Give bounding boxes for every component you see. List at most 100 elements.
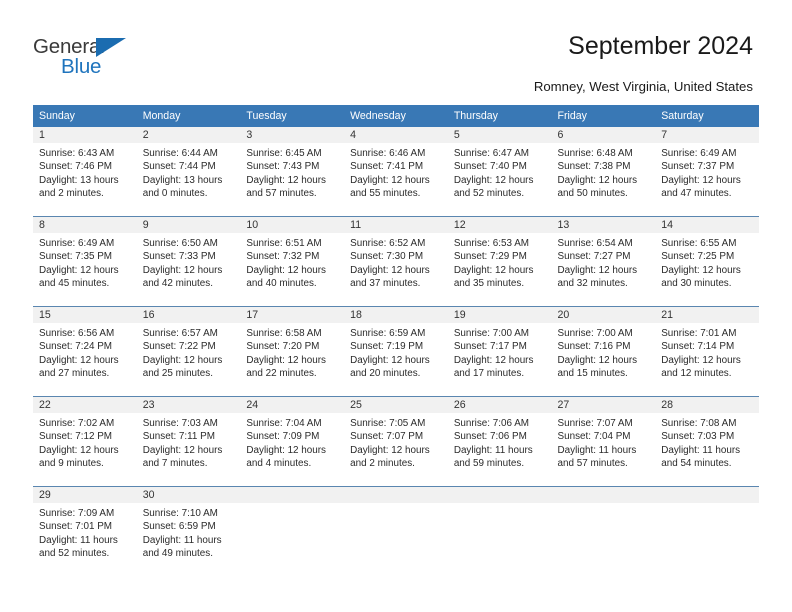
calendar-week-row: 8 Sunrise: 6:49 AM Sunset: 7:35 PM Daylight… bbox=[33, 216, 759, 307]
daylight-duration-line2: and 15 minutes. bbox=[557, 367, 628, 379]
calendar-day-cell[interactable]: 6 Sunrise: 6:48 AM Sunset: 7:38 PM Daylight… bbox=[551, 127, 656, 217]
daylight-duration-line2: and 2 minutes. bbox=[39, 187, 104, 199]
calendar-day-cell[interactable]: 28 Sunrise: 7:08 AM Sunset: 7:03 PM Dayligh… bbox=[655, 396, 759, 487]
calendar-day-cell[interactable]: 7 Sunrise: 6:49 AM Sunset: 7:37 PM Daylight… bbox=[655, 127, 759, 217]
calendar-day-cell[interactable]: 19 Sunrise: 7:00 AM Sunset: 7:17 PM Dayligh… bbox=[447, 306, 552, 397]
day-cell-details: Sunrise: 6:56 AM Sunset: 7:24 PM Daylight:… bbox=[33, 323, 137, 380]
daylight-duration-line2: and 4 minutes. bbox=[246, 457, 312, 469]
day-cell-details bbox=[344, 503, 448, 507]
sunrise-time: Sunrise: 7:00 AM bbox=[557, 328, 633, 339]
daylight-duration-line1: Daylight: 12 hours bbox=[453, 264, 534, 276]
sunrise-time: Sunrise: 6:57 AM bbox=[142, 328, 218, 339]
daylight-duration-line2: and 9 minutes. bbox=[39, 457, 104, 469]
day-cell-details: Sunrise: 6:57 AM Sunset: 7:22 PM Daylight:… bbox=[137, 323, 241, 380]
sunset-time: Sunset: 7:01 PM bbox=[39, 521, 113, 533]
calendar-day-cell[interactable]: 24 Sunrise: 7:04 AM Sunset: 7:09 PM Dayligh… bbox=[240, 396, 345, 487]
day-cell-content: 18 Sunrise: 6:59 AM Sunset: 7:19 PM Dayligh… bbox=[344, 307, 448, 396]
day-cell-content: 2 Sunrise: 6:44 AM Sunset: 7:44 PM Daylight… bbox=[136, 127, 241, 216]
daylight-duration-line1: Daylight: 11 hours bbox=[557, 444, 637, 456]
calendar-day-cell[interactable]: 17 Sunrise: 6:58 AM Sunset: 7:20 PM Dayligh… bbox=[240, 306, 345, 397]
day-number: 17 bbox=[240, 307, 345, 323]
calendar-day-cell[interactable]: 16 Sunrise: 6:57 AM Sunset: 7:22 PM Dayligh… bbox=[136, 306, 241, 397]
calendar-day-cell[interactable]: 22 Sunrise: 7:02 AM Sunset: 7:12 PM Dayligh… bbox=[33, 396, 137, 487]
calendar-day-cell[interactable]: 5 Sunrise: 6:47 AM Sunset: 7:40 PM Daylight… bbox=[447, 127, 552, 217]
calendar-day-cell[interactable]: 26 Sunrise: 7:06 AM Sunset: 7:06 PM Dayligh… bbox=[447, 396, 552, 487]
calendar-day-cell[interactable]: 3 Sunrise: 6:45 AM Sunset: 7:43 PM Daylight… bbox=[240, 127, 345, 217]
day-number: 28 bbox=[655, 397, 759, 413]
calendar-day-cell[interactable]: 4 Sunrise: 6:46 AM Sunset: 7:41 PM Daylight… bbox=[344, 127, 448, 217]
day-number: 19 bbox=[447, 307, 552, 323]
day-cell-content: 5 Sunrise: 6:47 AM Sunset: 7:40 PM Daylight… bbox=[447, 127, 552, 216]
day-cell-content: 30 Sunrise: 7:10 AM Sunset: 6:59 PM Dayligh… bbox=[136, 487, 241, 576]
sunrise-time: Sunrise: 6:49 AM bbox=[661, 148, 737, 159]
calendar-day-cell[interactable]: 2 Sunrise: 6:44 AM Sunset: 7:44 PM Daylight… bbox=[136, 127, 241, 217]
calendar-day-cell[interactable]: 10 Sunrise: 6:51 AM Sunset: 7:32 PM Dayligh… bbox=[240, 216, 345, 307]
day-number: 6 bbox=[551, 127, 656, 143]
calendar-day-cell[interactable]: 1 Sunrise: 6:43 AM Sunset: 7:46 PM Daylight… bbox=[33, 127, 137, 217]
sunrise-time: Sunrise: 6:43 AM bbox=[39, 148, 115, 159]
calendar-day-cell[interactable]: 25 Sunrise: 7:05 AM Sunset: 7:07 PM Dayligh… bbox=[344, 396, 448, 487]
sunrise-time: Sunrise: 6:52 AM bbox=[350, 238, 426, 249]
sunrise-time: Sunrise: 6:45 AM bbox=[246, 148, 322, 159]
day-number: 10 bbox=[240, 217, 345, 233]
calendar-day-cell[interactable]: 23 Sunrise: 7:03 AM Sunset: 7:11 PM Dayligh… bbox=[136, 396, 241, 487]
calendar-day-cell[interactable]: 29 Sunrise: 7:09 AM Sunset: 7:01 PM Dayligh… bbox=[33, 486, 137, 576]
calendar-day-cell[interactable]: 13 Sunrise: 6:54 AM Sunset: 7:27 PM Dayligh… bbox=[551, 216, 656, 307]
day-cell-content: 25 Sunrise: 7:05 AM Sunset: 7:07 PM Dayligh… bbox=[344, 397, 448, 486]
calendar-day-cell[interactable]: 21 Sunrise: 7:01 AM Sunset: 7:14 PM Dayligh… bbox=[655, 306, 759, 397]
daylight-duration-line1: Daylight: 12 hours bbox=[39, 354, 119, 366]
sunrise-sunset-calendar: Sunday Monday Tuesday Wednesday Thursday… bbox=[33, 105, 759, 576]
day-cell-content: 13 Sunrise: 6:54 AM Sunset: 7:27 PM Dayligh… bbox=[551, 217, 656, 306]
day-number: 9 bbox=[136, 217, 241, 233]
day-number: 1 bbox=[33, 127, 137, 143]
day-cell-details: Sunrise: 6:45 AM Sunset: 7:43 PM Daylight:… bbox=[240, 143, 344, 200]
general-blue-logo: General Blue bbox=[33, 36, 163, 84]
weekday-header-wednesday: Wednesday bbox=[344, 105, 448, 127]
calendar-day-cell[interactable]: 11 Sunrise: 6:52 AM Sunset: 7:30 PM Dayligh… bbox=[344, 216, 448, 307]
weekday-header-saturday: Saturday bbox=[655, 105, 759, 127]
daylight-duration-line1: Daylight: 12 hours bbox=[350, 444, 430, 456]
day-cell-details: Sunrise: 6:58 AM Sunset: 7:20 PM Daylight:… bbox=[240, 323, 344, 380]
day-number: 21 bbox=[655, 307, 759, 323]
sunset-time: Sunset: 7:29 PM bbox=[453, 251, 527, 263]
calendar-day-cell[interactable]: 14 Sunrise: 6:55 AM Sunset: 7:25 PM Dayligh… bbox=[655, 216, 759, 307]
daylight-duration-line2: and 27 minutes. bbox=[39, 367, 110, 379]
calendar-day-cell[interactable]: 18 Sunrise: 6:59 AM Sunset: 7:19 PM Dayligh… bbox=[344, 306, 448, 397]
daylight-duration-line2: and 52 minutes. bbox=[453, 187, 525, 199]
calendar-day-cell[interactable]: 9 Sunrise: 6:50 AM Sunset: 7:33 PM Daylight… bbox=[136, 216, 241, 307]
daylight-duration-line2: and 32 minutes. bbox=[557, 277, 628, 289]
sunset-time: Sunset: 7:37 PM bbox=[661, 161, 735, 173]
daylight-duration-line2: and 12 minutes. bbox=[661, 367, 732, 379]
day-cell-details: Sunrise: 6:44 AM Sunset: 7:44 PM Daylight:… bbox=[137, 143, 241, 200]
day-cell-content: 16 Sunrise: 6:57 AM Sunset: 7:22 PM Dayligh… bbox=[136, 307, 241, 396]
sunset-time: Sunset: 7:12 PM bbox=[39, 431, 113, 443]
weekday-header-sunday: Sunday bbox=[33, 105, 137, 127]
daylight-duration-line1: Daylight: 13 hours bbox=[142, 174, 223, 186]
calendar-week-row: 29 Sunrise: 7:09 AM Sunset: 7:01 PM Dayligh… bbox=[33, 486, 759, 576]
daylight-duration-line1: Daylight: 12 hours bbox=[350, 174, 430, 186]
day-cell-content: 27 Sunrise: 7:07 AM Sunset: 7:04 PM Dayligh… bbox=[551, 397, 656, 486]
calendar-day-cell[interactable]: 12 Sunrise: 6:53 AM Sunset: 7:29 PM Dayligh… bbox=[447, 216, 552, 307]
day-cell-content bbox=[240, 487, 345, 576]
calendar-day-cell[interactable]: 15 Sunrise: 6:56 AM Sunset: 7:24 PM Dayligh… bbox=[33, 306, 137, 397]
sunset-time: Sunset: 7:32 PM bbox=[246, 251, 320, 263]
sunset-time: Sunset: 7:04 PM bbox=[557, 431, 631, 443]
daylight-duration-line1: Daylight: 12 hours bbox=[39, 264, 119, 276]
sunrise-time: Sunrise: 7:09 AM bbox=[39, 508, 115, 519]
daylight-duration-line1: Daylight: 12 hours bbox=[557, 174, 638, 186]
calendar-day-cell[interactable]: 20 Sunrise: 7:00 AM Sunset: 7:16 PM Dayligh… bbox=[551, 306, 656, 397]
day-cell-content: 9 Sunrise: 6:50 AM Sunset: 7:33 PM Daylight… bbox=[136, 217, 241, 306]
calendar-day-cell[interactable]: 30 Sunrise: 7:10 AM Sunset: 6:59 PM Dayligh… bbox=[136, 486, 241, 576]
day-cell-details: Sunrise: 6:48 AM Sunset: 7:38 PM Daylight:… bbox=[552, 143, 656, 200]
calendar-day-cell[interactable]: 27 Sunrise: 7:07 AM Sunset: 7:04 PM Dayligh… bbox=[551, 396, 656, 487]
day-number: 30 bbox=[136, 487, 241, 503]
day-cell-details: Sunrise: 7:03 AM Sunset: 7:11 PM Daylight:… bbox=[137, 413, 241, 470]
day-cell-content bbox=[344, 487, 448, 576]
sunrise-time: Sunrise: 6:51 AM bbox=[246, 238, 322, 249]
day-cell-details: Sunrise: 7:10 AM Sunset: 6:59 PM Daylight:… bbox=[137, 503, 241, 560]
calendar-day-cell[interactable]: 8 Sunrise: 6:49 AM Sunset: 7:35 PM Daylight… bbox=[33, 216, 137, 307]
daylight-duration-line1: Daylight: 12 hours bbox=[350, 354, 430, 366]
day-cell-details: Sunrise: 6:46 AM Sunset: 7:41 PM Daylight:… bbox=[344, 143, 448, 200]
sunset-time: Sunset: 7:46 PM bbox=[39, 161, 113, 173]
day-number: 8 bbox=[33, 217, 137, 233]
